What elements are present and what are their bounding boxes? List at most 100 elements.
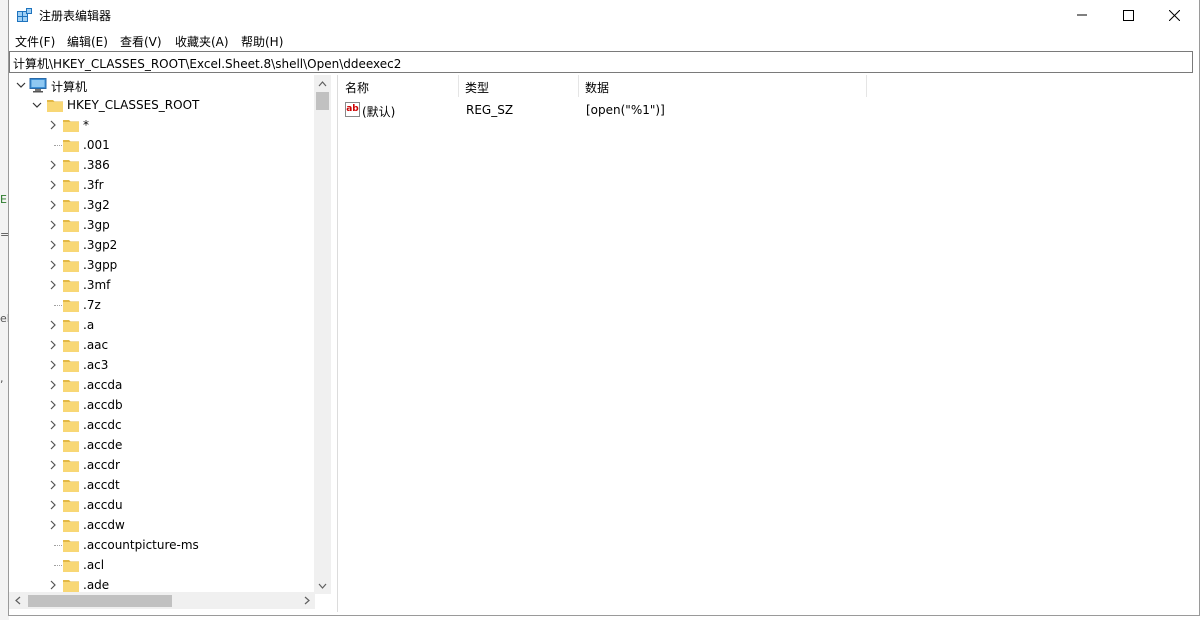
tree-item-label: .3fr xyxy=(83,178,104,192)
chevron-right-icon xyxy=(304,596,310,605)
scroll-left-button[interactable] xyxy=(9,592,26,609)
tree-item-key[interactable]: .7z xyxy=(9,295,315,315)
folder-icon xyxy=(63,280,79,292)
folder-icon xyxy=(63,540,79,552)
folder-icon xyxy=(63,200,79,212)
string-value-icon: ab xyxy=(345,102,360,117)
chevron-right-icon[interactable] xyxy=(47,499,59,511)
tree-item-key[interactable]: .accdt xyxy=(9,475,315,495)
minimize-button[interactable] xyxy=(1059,0,1105,30)
tree-item-label: .accountpicture-ms xyxy=(83,538,199,552)
address-path[interactable]: 计算机\HKEY_CLASSES_ROOT\Excel.Sheet.8\shel… xyxy=(13,55,401,72)
tree-item-label: .accdt xyxy=(83,478,120,492)
menu-favorites[interactable]: 收藏夹(A) xyxy=(175,33,229,50)
tree-item-key[interactable]: .3mf xyxy=(9,275,315,295)
tree-item-label: .3g2 xyxy=(83,198,110,212)
chevron-right-icon[interactable] xyxy=(47,579,59,591)
folder-icon xyxy=(63,480,79,492)
title-bar[interactable]: 注册表编辑器 xyxy=(9,0,1199,30)
chevron-right-icon[interactable] xyxy=(47,339,59,351)
chevron-right-icon[interactable] xyxy=(47,439,59,451)
chevron-right-icon[interactable] xyxy=(47,319,59,331)
chevron-right-icon[interactable] xyxy=(47,359,59,371)
column-header-data[interactable]: 数据 xyxy=(579,75,867,97)
tree-item-key[interactable]: .accountpicture-ms xyxy=(9,535,315,555)
chevron-right-icon[interactable] xyxy=(47,459,59,471)
tree-item-key[interactable]: .accdb xyxy=(9,395,315,415)
key-tree-pane[interactable]: 计算机 HKEY_CLASSES_ROOT * .001 .386 .3fr .3g2.… xyxy=(9,75,338,612)
close-icon xyxy=(1168,9,1180,21)
folder-icon xyxy=(63,400,79,412)
menu-view[interactable]: 查看(V) xyxy=(120,33,162,50)
tree-item-key[interactable]: .ac3 xyxy=(9,355,315,375)
tree-item-key[interactable]: .a xyxy=(9,315,315,335)
scroll-up-button[interactable] xyxy=(314,75,331,92)
tree-item-key[interactable]: .acl xyxy=(9,555,315,575)
tree-item-key[interactable]: .001 xyxy=(9,135,315,155)
column-header-name[interactable]: 名称 xyxy=(339,75,459,97)
tree-item-key[interactable]: .accdu xyxy=(9,495,315,515)
column-header-type[interactable]: 类型 xyxy=(459,75,579,97)
maximize-button[interactable] xyxy=(1105,0,1151,30)
scroll-right-button[interactable] xyxy=(298,592,315,609)
chevron-down-icon xyxy=(318,583,327,589)
tree-item-label: .aac xyxy=(83,338,109,352)
tree-item-key[interactable]: .3fr xyxy=(9,175,315,195)
tree-item-key[interactable]: * xyxy=(9,115,315,135)
chevron-right-icon[interactable] xyxy=(47,119,59,131)
folder-icon xyxy=(63,320,79,332)
menu-file[interactable]: 文件(F) xyxy=(15,33,55,50)
chevron-right-icon[interactable] xyxy=(47,419,59,431)
folder-icon xyxy=(63,440,79,452)
tree-item-key[interactable]: .accde xyxy=(9,435,315,455)
minimize-icon xyxy=(1077,14,1087,16)
chevron-left-icon xyxy=(14,596,20,605)
tree-item-key[interactable]: .3gpp xyxy=(9,255,315,275)
close-button[interactable] xyxy=(1151,0,1197,30)
chevron-right-icon[interactable] xyxy=(47,259,59,271)
chevron-right-icon[interactable] xyxy=(47,519,59,531)
menu-help[interactable]: 帮助(H) xyxy=(241,33,283,50)
chevron-right-icon[interactable] xyxy=(47,479,59,491)
chevron-right-icon[interactable] xyxy=(47,379,59,391)
scroll-thumb[interactable] xyxy=(28,595,172,607)
tree-vertical-scrollbar[interactable] xyxy=(314,75,331,594)
chevron-down-icon[interactable] xyxy=(15,79,27,91)
tree-item-label: .3gpp xyxy=(83,258,118,272)
chevron-right-icon[interactable] xyxy=(47,179,59,191)
scroll-thumb[interactable] xyxy=(316,92,329,110)
tree-item-key[interactable]: .aac xyxy=(9,335,315,355)
chevron-right-icon[interactable] xyxy=(47,399,59,411)
tree-item-key[interactable]: .3gp2 xyxy=(9,235,315,255)
tree-item-key[interactable]: .3gp xyxy=(9,215,315,235)
tree-horizontal-scrollbar[interactable] xyxy=(9,592,315,609)
maximize-icon xyxy=(1122,9,1134,21)
values-pane[interactable]: 名称 类型 数据 ab (默认) REG_SZ [open("%1")] xyxy=(339,75,1200,612)
tree-item-label: .7z xyxy=(83,298,101,312)
tree-item-hkey-classes-root[interactable]: HKEY_CLASSES_ROOT xyxy=(9,95,315,115)
tree-item-key[interactable]: .386 xyxy=(9,155,315,175)
tree-item-key[interactable]: .accdw xyxy=(9,515,315,535)
tree-item-label: .accdc xyxy=(83,418,122,432)
address-bar[interactable]: 计算机\HKEY_CLASSES_ROOT\Excel.Sheet.8\shel… xyxy=(9,51,1193,73)
regedit-window: 注册表编辑器 文件(F) 编辑(E) 查看(V) 收藏夹(A) 帮助(H) 计算… xyxy=(8,0,1200,616)
tree-item-key[interactable]: .accdc xyxy=(9,415,315,435)
folder-icon xyxy=(63,560,79,572)
menu-edit[interactable]: 编辑(E) xyxy=(67,33,108,50)
chevron-right-icon[interactable] xyxy=(47,239,59,251)
chevron-right-icon[interactable] xyxy=(47,279,59,291)
tree-item-key[interactable]: .3g2 xyxy=(9,195,315,215)
chevron-right-icon[interactable] xyxy=(47,219,59,231)
tree-item-label: .acl xyxy=(83,558,105,572)
folder-icon xyxy=(63,420,79,432)
value-name: (默认) xyxy=(362,105,396,119)
chevron-right-icon[interactable] xyxy=(47,199,59,211)
chevron-down-icon[interactable] xyxy=(31,99,43,111)
tree-item-key[interactable]: .accdr xyxy=(9,455,315,475)
tree-item-key[interactable]: .accda xyxy=(9,375,315,395)
tree-item-label: .accdr xyxy=(83,458,120,472)
scroll-down-button[interactable] xyxy=(314,577,331,594)
tree-item-computer[interactable]: 计算机 xyxy=(9,75,315,95)
chevron-right-icon[interactable] xyxy=(47,159,59,171)
value-row[interactable]: ab (默认) REG_SZ [open("%1")] xyxy=(339,100,1200,120)
